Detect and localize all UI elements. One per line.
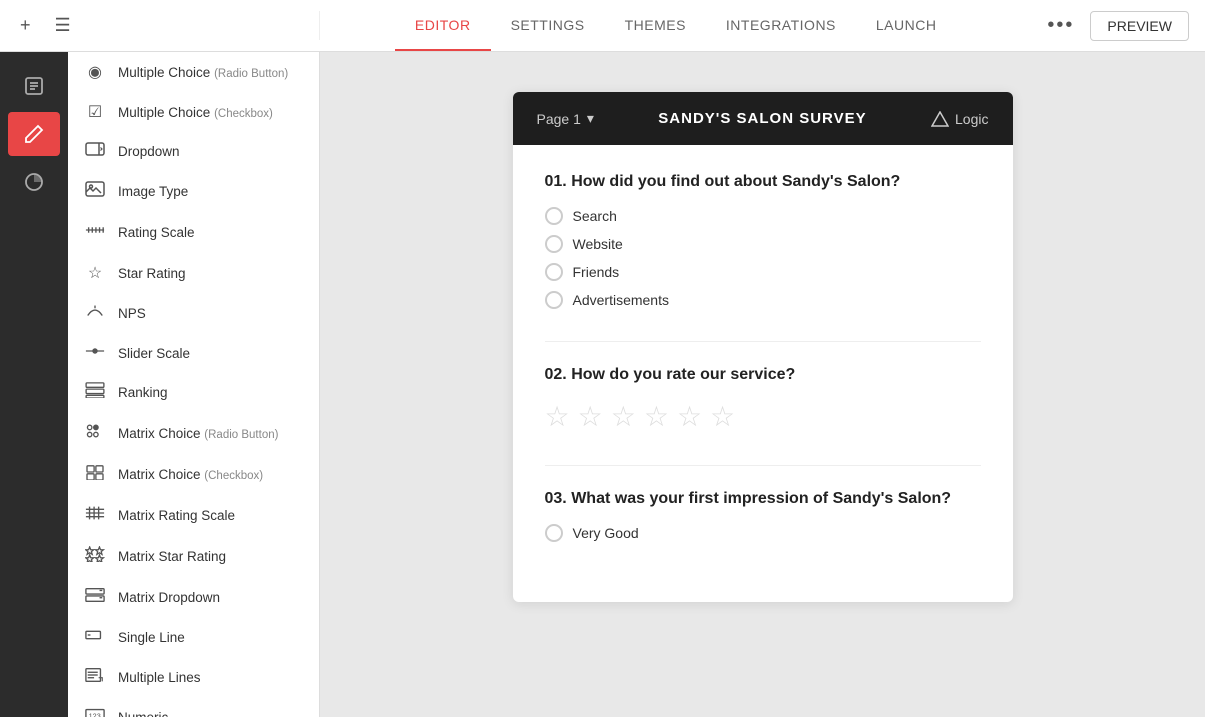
- star-6[interactable]: ☆: [710, 400, 735, 433]
- page-selector[interactable]: Page 1 ▾: [537, 110, 594, 127]
- question-2-text: 02. How do you rate our service?: [545, 366, 981, 384]
- matrix-rating-icon: [84, 505, 106, 526]
- dropdown-icon: [84, 142, 106, 161]
- radio-friends[interactable]: [545, 263, 563, 281]
- option-very-good[interactable]: Very Good: [545, 524, 981, 542]
- radio-button-icon: ◉: [84, 62, 106, 82]
- sidebar-item-matrix-choice-checkbox[interactable]: Matrix Choice (Checkbox): [68, 454, 319, 495]
- option-advertisements[interactable]: Advertisements: [545, 291, 981, 309]
- checkbox-icon: ☑: [84, 102, 106, 122]
- option-friends[interactable]: Friends: [545, 263, 981, 281]
- multiple-lines-icon: [84, 667, 106, 688]
- sidebar-item-multiple-choice-radio[interactable]: ◉ Multiple Choice (Radio Button): [68, 52, 319, 92]
- preview-button[interactable]: PREVIEW: [1090, 11, 1189, 41]
- radio-website[interactable]: [545, 235, 563, 253]
- menu-button[interactable]: ☰: [51, 11, 75, 40]
- top-nav-center: EDITOR SETTINGS THEMES INTEGRATIONS LAUN…: [320, 1, 1031, 51]
- survey-card: Page 1 ▾ SANDY'S SALON SURVEY Logic 01.: [513, 92, 1013, 602]
- option-search[interactable]: Search: [545, 207, 981, 225]
- ranking-icon: [84, 382, 106, 403]
- divider-1: [545, 341, 981, 342]
- logic-button[interactable]: Logic: [931, 111, 988, 127]
- add-button[interactable]: +: [16, 11, 35, 40]
- question-3-text: 03. What was your first impression of Sa…: [545, 490, 981, 508]
- sidebar-item-multiple-lines[interactable]: Multiple Lines: [68, 657, 319, 698]
- star-rating-row[interactable]: ☆ ☆ ☆ ☆ ☆ ☆: [545, 400, 981, 433]
- question-3: 03. What was your first impression of Sa…: [545, 490, 981, 542]
- sidebar-item-star-rating[interactable]: ☆ Star Rating: [68, 253, 319, 293]
- divider-2: [545, 465, 981, 466]
- question-1: 01. How did you find out about Sandy's S…: [545, 173, 981, 309]
- sidebar-item-slider-scale[interactable]: Slider Scale: [68, 334, 319, 372]
- radio-search[interactable]: [545, 207, 563, 225]
- top-nav-left: + ☰: [0, 11, 320, 40]
- top-nav-right: ••• PREVIEW: [1031, 11, 1205, 41]
- sidebar: ◉ Multiple Choice (Radio Button) ☑ Multi…: [68, 52, 320, 717]
- sidebar-item-multiple-choice-checkbox[interactable]: ☑ Multiple Choice (Checkbox): [68, 92, 319, 132]
- rating-scale-icon: [84, 222, 106, 243]
- sidebar-item-matrix-star-rating[interactable]: Matrix Star Rating: [68, 536, 319, 577]
- sidebar-item-matrix-choice-radio[interactable]: Matrix Choice (Radio Button): [68, 413, 319, 454]
- more-options[interactable]: •••: [1047, 14, 1074, 37]
- tab-editor[interactable]: EDITOR: [395, 1, 491, 51]
- nps-icon: [84, 303, 106, 324]
- tab-integrations[interactable]: INTEGRATIONS: [706, 1, 856, 51]
- sidebar-item-rating-scale[interactable]: Rating Scale: [68, 212, 319, 253]
- matrix-checkbox-icon: [84, 464, 106, 485]
- tab-launch[interactable]: LAUNCH: [856, 1, 957, 51]
- star-5[interactable]: ☆: [677, 400, 702, 433]
- radio-advertisements[interactable]: [545, 291, 563, 309]
- matrix-dropdown-icon: [84, 587, 106, 608]
- star-1[interactable]: ☆: [545, 400, 570, 433]
- icon-bar-forms[interactable]: [8, 64, 60, 108]
- icon-bar-analytics[interactable]: [8, 160, 60, 204]
- single-line-icon: [84, 628, 106, 647]
- tab-settings[interactable]: SETTINGS: [491, 1, 605, 51]
- sidebar-item-image-type[interactable]: Image Type: [68, 171, 319, 212]
- sidebar-item-matrix-dropdown[interactable]: Matrix Dropdown: [68, 577, 319, 618]
- numeric-icon: 123: [84, 708, 106, 717]
- matrix-radio-icon: [84, 423, 106, 444]
- top-nav: + ☰ EDITOR SETTINGS THEMES INTEGRATIONS …: [0, 0, 1205, 52]
- sidebar-item-dropdown[interactable]: Dropdown: [68, 132, 319, 171]
- question-1-text: 01. How did you find out about Sandy's S…: [545, 173, 981, 191]
- star-3[interactable]: ☆: [611, 400, 636, 433]
- slider-icon: [84, 344, 106, 362]
- matrix-star-icon: [84, 546, 106, 567]
- survey-body: 01. How did you find out about Sandy's S…: [513, 145, 1013, 602]
- icon-bar: [0, 52, 68, 717]
- sidebar-item-matrix-rating-scale[interactable]: Matrix Rating Scale: [68, 495, 319, 536]
- survey-header: Page 1 ▾ SANDY'S SALON SURVEY Logic: [513, 92, 1013, 145]
- star-4[interactable]: ☆: [644, 400, 669, 433]
- star-icon: ☆: [84, 263, 106, 283]
- main-layout: ◉ Multiple Choice (Radio Button) ☑ Multi…: [0, 52, 1205, 717]
- survey-title: SANDY'S SALON SURVEY: [658, 110, 866, 127]
- radio-very-good[interactable]: [545, 524, 563, 542]
- sidebar-item-numeric[interactable]: 123 Numeric: [68, 698, 319, 717]
- star-2[interactable]: ☆: [578, 400, 603, 433]
- sidebar-item-nps[interactable]: NPS: [68, 293, 319, 334]
- sidebar-item-ranking[interactable]: Ranking: [68, 372, 319, 413]
- option-website[interactable]: Website: [545, 235, 981, 253]
- question-2: 02. How do you rate our service? ☆ ☆ ☆ ☆…: [545, 366, 981, 433]
- image-icon: [84, 181, 106, 202]
- sidebar-item-single-line[interactable]: Single Line: [68, 618, 319, 657]
- svg-text:123: 123: [89, 712, 101, 717]
- icon-bar-editor[interactable]: [8, 112, 60, 156]
- content-area: Page 1 ▾ SANDY'S SALON SURVEY Logic 01.: [320, 52, 1205, 717]
- tab-themes[interactable]: THEMES: [605, 1, 706, 51]
